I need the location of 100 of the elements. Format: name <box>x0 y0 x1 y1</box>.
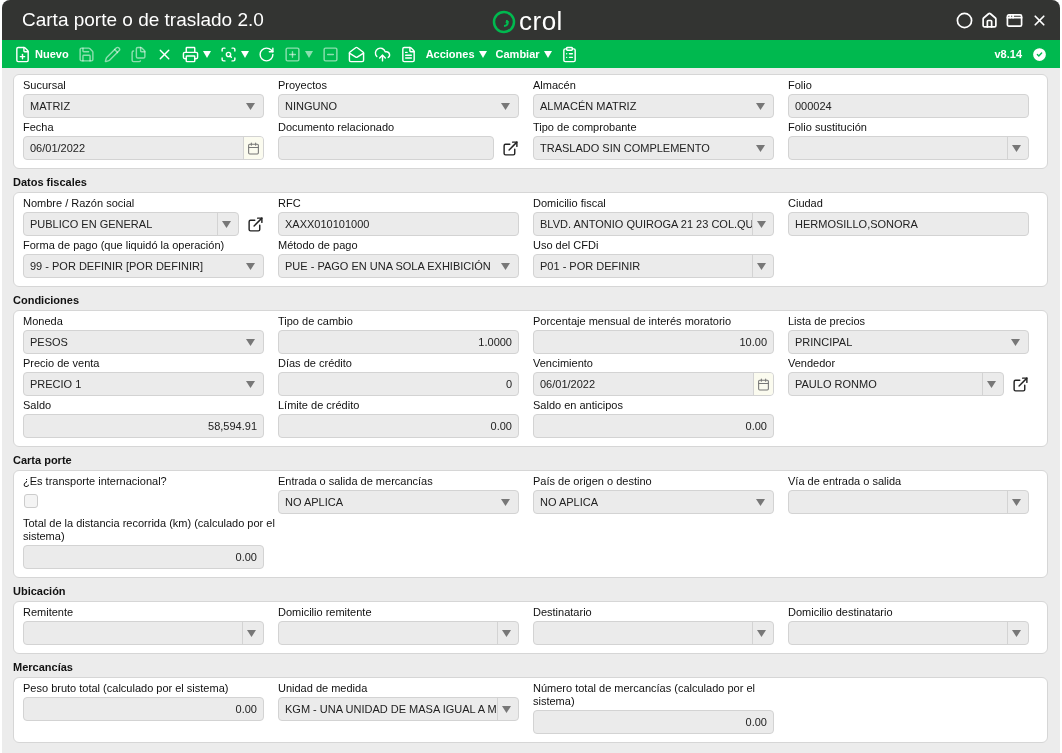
dropdown-arrow-icon <box>221 220 231 228</box>
date-field[interactable]: 06/01/2022 <box>533 372 774 396</box>
dropdown-field[interactable] <box>788 621 1029 645</box>
dropdown-arrow-icon <box>246 102 255 110</box>
dropdown-arrow-icon <box>501 498 510 506</box>
field-label: Destinatario <box>533 606 593 619</box>
dropdown-field[interactable]: PRINCIPAL <box>788 330 1029 354</box>
dropdown-field[interactable]: NO APLICA <box>278 490 519 514</box>
field-label: Días de crédito <box>278 357 353 370</box>
field-label: Forma de pago (que liquidó la operación) <box>23 239 226 252</box>
field-label: Nombre / Razón social <box>23 197 136 210</box>
input-field[interactable]: 1.0000 <box>278 330 519 354</box>
dropdown-arrow-icon <box>501 102 510 110</box>
section-title: Datos fiscales <box>13 176 88 189</box>
checkbox[interactable] <box>24 494 38 508</box>
field-label: Folio sustitución <box>788 121 868 134</box>
dropdown-arrow-icon <box>1011 629 1021 637</box>
input-field[interactable]: XAXX010101000 <box>278 212 519 236</box>
dropdown-arrow-icon <box>756 102 765 110</box>
field-label: Sucursal <box>23 79 67 92</box>
dropdown-field[interactable]: KGM - UNA UNIDAD DE MASA IGUAL A M <box>278 697 519 721</box>
dropdown-field[interactable] <box>533 621 774 645</box>
circle-icon[interactable] <box>956 11 973 29</box>
dropdown-arrow-icon <box>986 380 996 388</box>
logo-text: crol <box>519 6 563 37</box>
caret-icon <box>478 50 487 58</box>
mail-icon[interactable] <box>347 45 365 63</box>
section-title: Ubicación <box>13 585 67 598</box>
clipboard-icon[interactable] <box>560 45 578 63</box>
calendar-button[interactable] <box>753 373 773 395</box>
input-field[interactable]: 0.00 <box>278 414 519 438</box>
input-field[interactable]: 000024 <box>788 94 1029 118</box>
window-icon[interactable] <box>1006 11 1023 29</box>
input-field[interactable]: 10.00 <box>533 330 774 354</box>
dropdown-field[interactable]: PUE - PAGO EN UNA SOLA EXHIBICIÓN <box>278 254 519 278</box>
open-window-icon[interactable] <box>502 139 519 157</box>
dropdown-field[interactable]: MATRIZ <box>23 94 264 118</box>
field-label: Domicilio destinatario <box>788 606 894 619</box>
input-field[interactable]: 58,594.91 <box>23 414 264 438</box>
dropdown-field[interactable]: ALMACÉN MATRIZ <box>533 94 774 118</box>
input-field[interactable]: 0.00 <box>23 545 264 569</box>
caret-icon <box>304 50 313 58</box>
field-label: Método de pago <box>278 239 359 252</box>
field-label: Folio <box>788 79 813 92</box>
dropdown-field[interactable] <box>788 490 1029 514</box>
field-label: Saldo <box>23 399 53 412</box>
input-field[interactable]: 0 <box>278 372 519 396</box>
dropdown-field[interactable] <box>788 136 1029 160</box>
field-label: Unidad de medida <box>278 682 369 695</box>
dropdown-field[interactable]: 99 - POR DEFINIR [POR DEFINIR] <box>23 254 264 278</box>
calendar-icon <box>247 141 260 155</box>
field-label: Proyectos <box>278 79 328 92</box>
field-label: Vía de entrada o salida <box>788 475 903 488</box>
field-label: Uso del CFDi <box>533 239 600 252</box>
dropdown-field[interactable] <box>23 621 264 645</box>
magnifier-document-icon[interactable] <box>219 45 249 63</box>
date-field[interactable]: 06/01/2022 <box>23 136 264 160</box>
field-label: RFC <box>278 197 302 210</box>
open-window-icon[interactable] <box>1012 375 1029 393</box>
field-label: Ciudad <box>788 197 824 210</box>
input-field[interactable]: 0.00 <box>533 710 774 734</box>
open-window-icon[interactable] <box>247 215 264 233</box>
home-icon[interactable] <box>981 11 998 29</box>
dropdown-arrow-icon <box>756 262 766 270</box>
printer-icon[interactable] <box>181 45 211 63</box>
calendar-button[interactable] <box>243 137 263 159</box>
dropdown-field[interactable]: PRECIO 1 <box>23 372 264 396</box>
dropdown-field[interactable]: PAULO RONMO <box>788 372 1004 396</box>
dropdown-arrow-icon <box>1011 144 1021 152</box>
section-title: Mercancías <box>13 661 74 674</box>
dropdown-field[interactable]: PUBLICO EN GENERAL <box>23 212 239 236</box>
dropdown-field[interactable]: BLVD. ANTONIO QUIROGA 21 23 COL.QU <box>533 212 774 236</box>
input-field[interactable]: 0.00 <box>533 414 774 438</box>
input-field[interactable]: HERMOSILLO,SONORA <box>788 212 1029 236</box>
input-field[interactable]: 0.00 <box>23 697 264 721</box>
dropdown-arrow-icon <box>1011 338 1020 346</box>
document-icon[interactable] <box>399 45 417 63</box>
caret-icon <box>543 50 552 58</box>
dropdown-arrow-icon <box>756 220 766 228</box>
field-label: Precio de venta <box>23 357 101 370</box>
section-title: Carta porte <box>13 454 73 467</box>
field-label: Domicilio fiscal <box>533 197 607 210</box>
cloud-upload-icon[interactable] <box>373 45 391 63</box>
dropdown-arrow-icon <box>501 629 511 637</box>
field-label: Fecha <box>23 121 55 134</box>
input-field[interactable] <box>278 136 494 160</box>
field-label: Saldo en anticipos <box>533 399 624 412</box>
window-title: Carta porte o de traslado 2.0 <box>22 9 264 31</box>
dropdown-arrow-icon <box>246 338 255 346</box>
dropdown-field[interactable]: NINGUNO <box>278 94 519 118</box>
refresh-icon[interactable] <box>257 45 275 63</box>
field-label: Domicilio remitente <box>278 606 373 619</box>
field-label: Moneda <box>23 315 64 328</box>
dropdown-field[interactable]: NO APLICA <box>533 490 774 514</box>
dropdown-field[interactable]: PESOS <box>23 330 264 354</box>
dropdown-field[interactable]: P01 - POR DEFINIR <box>533 254 774 278</box>
dropdown-field[interactable] <box>278 621 519 645</box>
dropdown-field[interactable]: TRASLADO SIN COMPLEMENTO <box>533 136 774 160</box>
field-label: Límite de crédito <box>278 399 361 412</box>
field-label: Vencimiento <box>533 357 594 370</box>
